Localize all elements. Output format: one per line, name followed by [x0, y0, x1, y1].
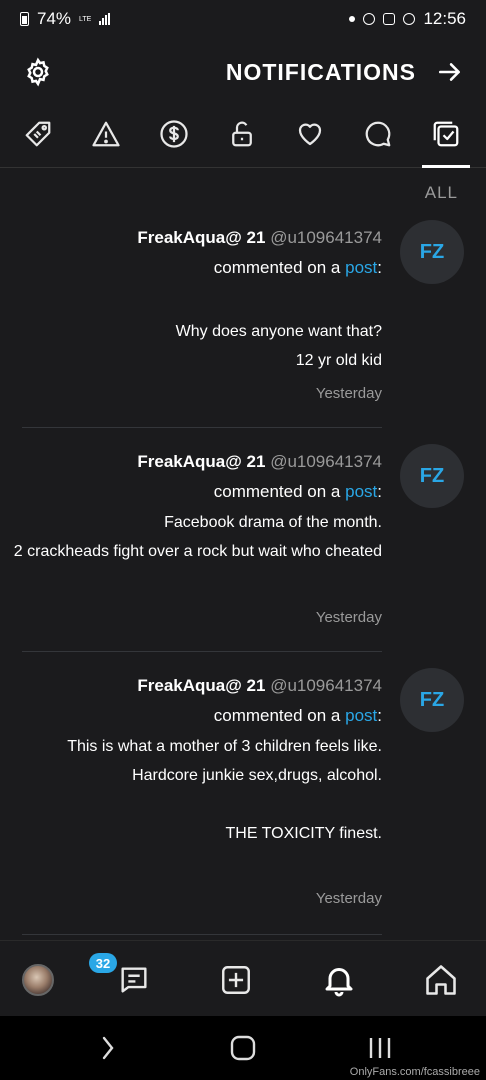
user-name[interactable]: FreakAqua@ 21	[137, 228, 265, 247]
battery-percent: 74%	[37, 9, 72, 28]
divider	[22, 934, 382, 935]
post-link[interactable]: post	[345, 706, 377, 725]
notification-message: Why does anyone want that? 12 yr old kid	[175, 323, 382, 369]
tab-promotions[interactable]	[18, 114, 58, 154]
system-home-button[interactable]	[225, 1034, 261, 1062]
battery-icon	[20, 12, 29, 26]
avatar[interactable]: FZ	[400, 220, 464, 284]
action-line: commented on a post:	[214, 258, 382, 278]
tab-comments[interactable]	[358, 114, 398, 154]
avatar[interactable]: FZ	[400, 444, 464, 508]
tag-icon	[25, 121, 51, 147]
profile-avatar	[22, 964, 54, 996]
user-line[interactable]: FreakAqua@ 21 @u109641374	[137, 676, 382, 696]
action-prefix: commented on a	[213, 706, 341, 725]
action-line: commented on a post:	[214, 482, 382, 502]
vpn-icon	[403, 13, 416, 25]
lte-indicator: LTE	[79, 15, 92, 23]
avatar[interactable]: FZ	[400, 668, 464, 732]
status-right: 12:56	[349, 9, 466, 29]
messages-button[interactable]: 32	[89, 953, 155, 1001]
action-prefix: commented on a	[213, 258, 341, 277]
action-suffix: :	[377, 258, 382, 277]
tab-warnings[interactable]	[86, 114, 126, 154]
notification-message: This is what a mother of 3 children feel…	[67, 738, 382, 842]
user-handle[interactable]: @u109641374	[270, 452, 382, 471]
notification-time: Yesterday	[315, 609, 382, 626]
lock-icon	[232, 121, 252, 147]
warning-icon	[92, 121, 120, 147]
home-square-icon	[230, 1035, 256, 1061]
messages-badge: 32	[89, 953, 117, 973]
home-button[interactable]	[420, 959, 462, 1001]
tab-likes[interactable]	[290, 114, 330, 154]
arrow-icon	[438, 63, 460, 81]
comment-icon	[365, 121, 391, 147]
tab-all[interactable]	[422, 114, 470, 168]
action-prefix: commented on a	[213, 482, 341, 501]
chevron-icon	[102, 1036, 114, 1060]
bottom-nav: 32	[0, 940, 486, 1016]
signal-icon	[99, 13, 111, 25]
user-line[interactable]: FreakAqua@ 21 @u109641374	[137, 452, 382, 472]
back-button[interactable]	[434, 56, 466, 88]
system-nav-bar: OnlyFans.com/fcassibreee	[0, 1016, 486, 1080]
add-icon	[222, 966, 250, 994]
instagram-icon	[383, 13, 396, 25]
watermark: OnlyFans.com/fcassibreee	[349, 1066, 480, 1078]
action-suffix: :	[377, 482, 382, 501]
recents-icon	[369, 1038, 391, 1058]
user-name[interactable]: FreakAqua@ 21	[137, 676, 265, 695]
home-icon	[426, 965, 456, 995]
app-header: NOTIFICATIONS	[0, 40, 486, 104]
notification-time: Yesterday	[315, 890, 382, 907]
system-recents-button[interactable]	[362, 1034, 398, 1062]
system-back-button[interactable]	[90, 1034, 126, 1062]
all-icon	[433, 121, 459, 147]
filter-tabs	[0, 104, 486, 168]
user-name[interactable]: FreakAqua@ 21	[137, 452, 265, 471]
new-post-button[interactable]	[215, 959, 257, 1001]
chat-icon	[121, 967, 147, 993]
settings-button[interactable]	[20, 54, 56, 90]
notification-time: Yesterday	[315, 385, 382, 402]
user-handle[interactable]: @u109641374	[270, 676, 382, 695]
action-suffix: :	[377, 706, 382, 725]
bell-icon	[325, 968, 353, 997]
notification-message: Facebook drama of the month. 2 crackhead…	[13, 514, 382, 560]
gear-icon	[27, 57, 49, 87]
status-bar: 74% LTE 12:56	[0, 0, 486, 38]
divider	[22, 651, 382, 652]
tab-tips[interactable]	[154, 114, 194, 154]
dot-icon	[349, 16, 356, 22]
user-handle[interactable]: @u109641374	[270, 228, 382, 247]
clock: 12:56	[423, 9, 466, 28]
notifications-button[interactable]	[318, 959, 360, 1001]
divider	[22, 427, 382, 428]
post-link[interactable]: post	[345, 482, 377, 501]
tab-subscriptions[interactable]	[222, 114, 262, 154]
filter-label: ALL	[424, 183, 458, 202]
profile-button[interactable]	[17, 959, 59, 1001]
page-title: NOTIFICATIONS	[225, 58, 416, 85]
user-line[interactable]: FreakAqua@ 21 @u109641374	[137, 228, 382, 248]
dollar-icon	[160, 120, 188, 148]
heart-icon	[298, 123, 322, 146]
post-link[interactable]: post	[345, 258, 377, 277]
action-line: commented on a post:	[214, 706, 382, 726]
status-left: 74% LTE	[20, 9, 111, 29]
messenger-icon	[363, 13, 376, 25]
